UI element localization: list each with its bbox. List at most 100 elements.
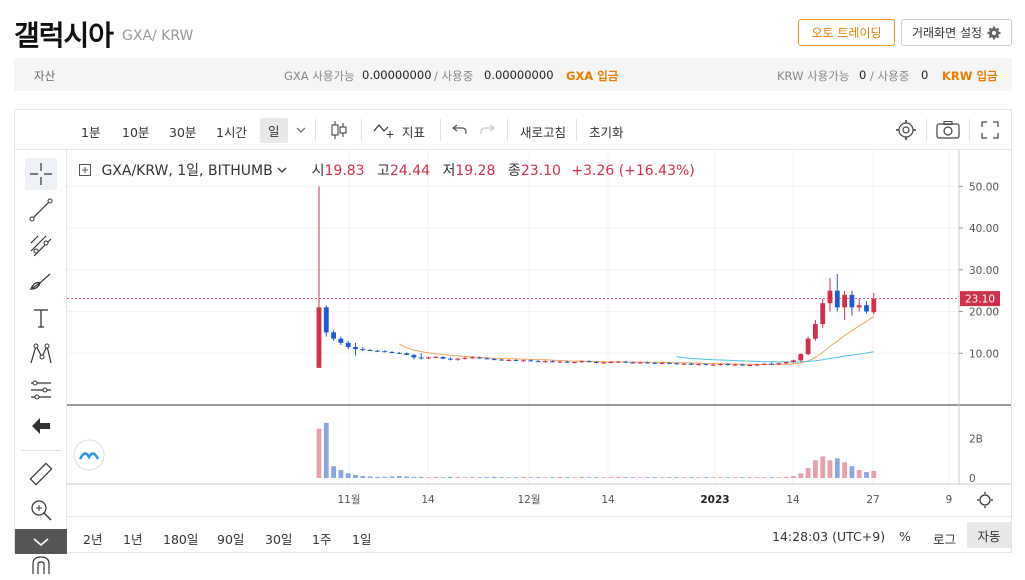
krw-inuse-value: 0: [921, 68, 929, 82]
brush-tool[interactable]: [25, 266, 57, 298]
candle-body: [849, 294, 855, 308]
trendline-icon: [29, 198, 53, 222]
volume-bar: [732, 477, 738, 478]
range-30d[interactable]: 30일: [265, 529, 292, 548]
close-label: 종: [507, 163, 521, 179]
krw-available-value: 0: [859, 68, 867, 82]
candle-body: [608, 362, 614, 364]
candle-body: [528, 360, 534, 362]
expand-icon[interactable]: [79, 164, 91, 176]
low-value: 19.28: [455, 163, 496, 179]
back-tool[interactable]: [25, 410, 57, 442]
redo-icon[interactable]: [479, 122, 495, 136]
interval-1d[interactable]: 일: [260, 118, 288, 143]
krw-deposit-link[interactable]: KRW 입금: [942, 68, 998, 84]
zoom-tool[interactable]: [25, 494, 57, 526]
interval-1m[interactable]: 1분: [81, 122, 100, 141]
auto-scale-toggle[interactable]: 자동: [967, 522, 1011, 548]
settings-icon[interactable]: [895, 119, 917, 141]
high-label: 고: [377, 163, 390, 179]
candle-body: [696, 364, 701, 366]
brush-icon: [29, 273, 51, 290]
candle-body: [718, 364, 723, 366]
gxa-available-label: GXA 사용가능: [284, 69, 355, 83]
time-tick-label: 14: [786, 494, 800, 506]
volume-bar: [798, 473, 804, 478]
prediction-tool[interactable]: [25, 374, 57, 406]
time-axis: 11월 14 12월 14 2023 14 27 9: [337, 494, 952, 506]
candle-body: [871, 298, 877, 313]
crosshair-tool[interactable]: [25, 158, 57, 190]
range-1y[interactable]: 1년: [123, 529, 142, 548]
log-toggle[interactable]: 로그: [933, 529, 956, 548]
time-tick-label: 27: [866, 494, 879, 506]
range-1w[interactable]: 1주: [312, 529, 331, 548]
volume-bar: [528, 477, 534, 478]
range-1d[interactable]: 1일: [352, 529, 371, 548]
toolbar-divider: [507, 119, 508, 141]
volume-bar: [338, 470, 344, 478]
indicator-icon[interactable]: [373, 121, 395, 139]
candle-body: [360, 349, 366, 351]
volume-bar: [440, 477, 446, 478]
refresh-button[interactable]: 새로고침: [520, 122, 566, 141]
undo-icon[interactable]: [452, 122, 468, 136]
indicator-button[interactable]: 지표: [402, 122, 425, 141]
trendline-tool[interactable]: [25, 194, 57, 226]
asset-bar: 자산 GXA 사용가능 0.00000000 / 사용중 0.00000000 …: [14, 58, 1012, 91]
candle-body: [791, 360, 796, 363]
volume-bar: [484, 477, 490, 478]
open-value: 19.83: [324, 163, 365, 179]
candle-body: [586, 361, 592, 363]
candle-body: [732, 364, 738, 366]
candle-body: [550, 361, 555, 363]
chevron-down-icon[interactable]: [277, 165, 287, 175]
candle-body: [601, 362, 607, 364]
trade-settings-button[interactable]: 거래화면 설정: [901, 19, 1012, 46]
chart-toolbar: 1분 10분 30분 1시간 일 지표 새로고침 초기화: [15, 110, 1011, 150]
chevron-down-icon[interactable]: [296, 125, 306, 135]
toolbar-collapse-button[interactable]: [15, 529, 67, 554]
volume-bar: [769, 477, 774, 478]
range-180d[interactable]: 180일: [163, 529, 198, 548]
chevron-down-icon: [33, 537, 49, 546]
candle-body: [667, 362, 672, 364]
candle-body: [813, 324, 818, 339]
volume-bar: [827, 460, 833, 478]
crosshair-icon: [30, 163, 52, 185]
legend-symbol[interactable]: GXA/KRW, 1일, BITHUMB: [101, 163, 272, 179]
volume-bar: [630, 477, 636, 478]
volume-bar: [740, 477, 745, 478]
interval-1h[interactable]: 1시간: [216, 122, 247, 141]
candle-body: [316, 307, 322, 368]
measure-tool[interactable]: [25, 458, 57, 490]
interval-30m[interactable]: 30분: [169, 122, 196, 141]
interval-10m[interactable]: 10분: [122, 122, 149, 141]
drawing-toolbar: [15, 150, 67, 574]
pattern-tool[interactable]: [25, 338, 57, 370]
gxa-deposit-link[interactable]: GXA 입금: [566, 68, 618, 84]
price-chart[interactable]: 50.00 40.00 30.00 20.00 10.00 2B 0 11월 14 12월 14 2…: [67, 150, 1011, 516]
price-tick-label: 10.00: [969, 348, 999, 360]
time-tick-label: 14: [601, 494, 615, 506]
volume-bar: [820, 456, 826, 478]
candle-type-icon[interactable]: [329, 119, 349, 141]
candle-body: [659, 362, 665, 364]
volume-bar: [667, 477, 672, 478]
reset-button[interactable]: 초기화: [589, 122, 624, 141]
range-2y[interactable]: 2년: [83, 529, 102, 548]
volume-tick-label: 0: [969, 473, 976, 485]
fibonacci-tool[interactable]: [25, 230, 57, 262]
settings-gear[interactable]: [977, 492, 993, 508]
percent-toggle[interactable]: %: [899, 529, 911, 544]
auto-trading-button[interactable]: 오토 트레이딩: [798, 19, 895, 46]
range-90d[interactable]: 90일: [217, 529, 244, 548]
volume-bar: [586, 477, 592, 478]
volume-bar: [331, 466, 336, 478]
fullscreen-icon[interactable]: [981, 121, 999, 139]
change-value: +3.26 (+16.43%): [571, 163, 695, 179]
volume-bar: [564, 477, 570, 478]
text-tool[interactable]: [25, 302, 57, 334]
volume-bar: [557, 476, 563, 478]
camera-icon[interactable]: [936, 121, 960, 139]
